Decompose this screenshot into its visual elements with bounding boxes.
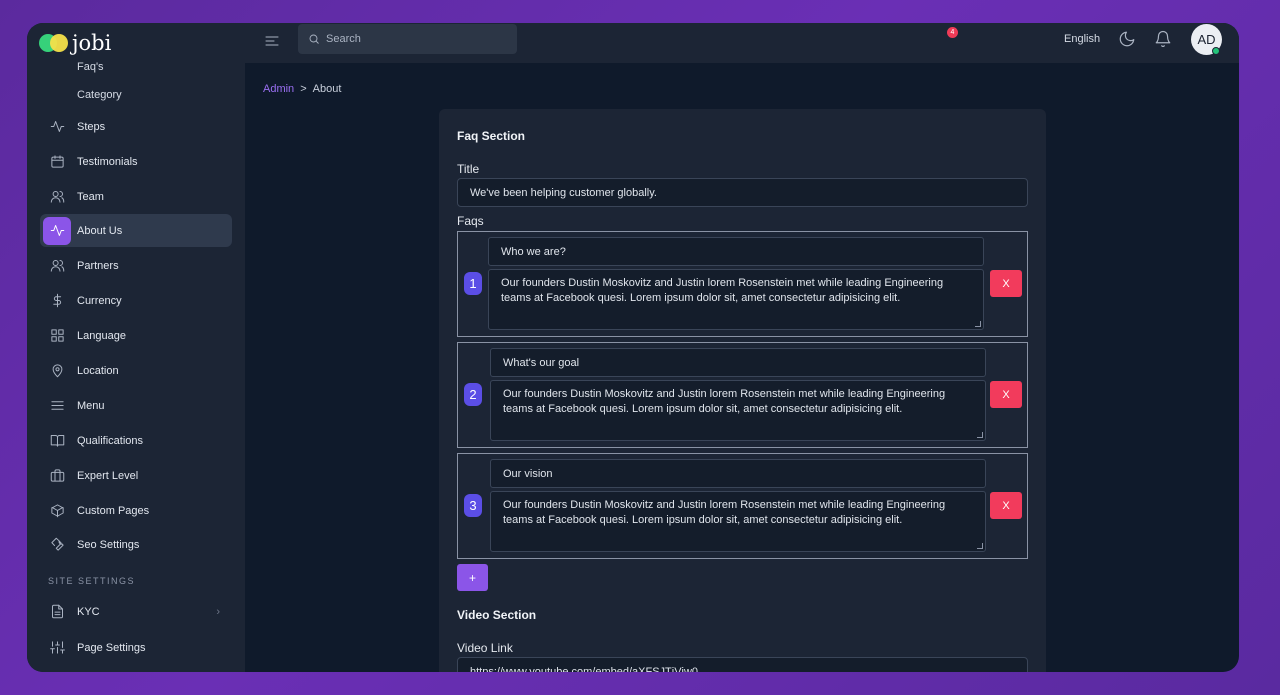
sidebar-item-testimonials[interactable]: Testimonials	[40, 145, 232, 178]
sidebar-item-steps[interactable]: Steps	[40, 110, 232, 143]
activity-icon	[43, 113, 71, 141]
notification-badge: 4	[947, 27, 958, 38]
faq-answer-textarea[interactable]: Our founders Dustin Moskovitz and Justin…	[488, 269, 984, 330]
resize-handle[interactable]	[975, 321, 981, 327]
title-input[interactable]: We've been helping customer globally.	[457, 178, 1028, 207]
video-section-title: Video Section	[457, 608, 537, 622]
search-icon	[309, 34, 319, 44]
faq-answer-textarea[interactable]: Our founders Dustin Moskovitz and Justin…	[490, 491, 986, 552]
faq-answer-textarea[interactable]: Our founders Dustin Moskovitz and Justin…	[490, 380, 986, 441]
sidebar-item-label: Team	[77, 190, 104, 203]
sliders-icon	[43, 634, 71, 662]
delete-faq-button[interactable]: X	[990, 381, 1022, 408]
sidebar-subitem-category[interactable]: Category	[77, 89, 122, 101]
breadcrumb-current: About	[312, 83, 342, 95]
brand-name: jobi	[72, 31, 112, 55]
sidebar-item-label: Currency	[77, 294, 122, 307]
delete-faq-button[interactable]: X	[990, 270, 1022, 297]
faq-question-input[interactable]: Our vision	[490, 459, 986, 488]
sidebar-item-currency[interactable]: Currency	[40, 284, 232, 317]
faq-item: 2 What's our goal Our founders Dustin Mo…	[457, 342, 1028, 448]
section-label-site-settings: SITE SETTINGS	[48, 576, 136, 586]
sidebar-item-team[interactable]: Team	[40, 180, 232, 213]
faq-answer-text: Our founders Dustin Moskovitz and Justin…	[503, 499, 946, 526]
sidebar-item-label: Custom Pages	[77, 504, 150, 517]
file-icon	[43, 598, 71, 626]
dollar-icon	[43, 287, 71, 315]
sidebar-item-page-settings[interactable]: Page Settings	[40, 631, 232, 664]
sidebar-item-language[interactable]: Language	[40, 319, 232, 352]
video-link-label: Video Link	[457, 641, 513, 655]
sidebar-item-label: Location	[77, 364, 119, 377]
video-link-input[interactable]: https://www.youtube.com/embed/aXFSJTjVjw…	[457, 657, 1028, 672]
bell-icon[interactable]	[1154, 30, 1172, 53]
logo-mark-yellow	[50, 34, 68, 52]
logo[interactable]: jobi	[39, 27, 111, 59]
sidebar-item-label: Partners	[77, 259, 119, 272]
sidebar-toggle-icon[interactable]	[264, 33, 280, 49]
sidebar-subitem-faqs[interactable]: Faq's	[77, 61, 104, 73]
faqs-label: Faqs	[457, 214, 484, 228]
sidebar-item-label: Page Settings	[77, 641, 146, 654]
breadcrumb-admin-link[interactable]: Admin	[263, 83, 294, 95]
book-icon	[43, 427, 71, 455]
menu-icon	[43, 392, 71, 420]
faq-section-title: Faq Section	[457, 129, 526, 143]
resize-handle[interactable]	[977, 432, 983, 438]
resize-handle[interactable]	[977, 543, 983, 549]
activity-icon	[43, 216, 71, 245]
faq-number-badge: 2	[464, 383, 482, 406]
sidebar-item-label: Menu	[77, 399, 105, 412]
wrench-icon	[43, 531, 71, 559]
faq-question-input[interactable]: Who we are?	[488, 237, 984, 266]
moon-icon[interactable]	[1118, 30, 1136, 53]
search-bar[interactable]	[298, 24, 517, 54]
search-input[interactable]	[326, 33, 496, 45]
delete-faq-button[interactable]: X	[990, 492, 1022, 519]
breadcrumb-separator: >	[300, 83, 307, 95]
sidebar-item-kyc[interactable]: KYC ›	[40, 595, 232, 628]
sidebar-item-label: Language	[77, 329, 126, 342]
sidebar-item-label: Steps	[77, 120, 106, 133]
faq-item: 3 Our vision Our founders Dustin Moskovi…	[457, 453, 1028, 559]
sidebar-item-custom-pages[interactable]: Custom Pages	[40, 494, 232, 527]
sidebar-item-label: Qualifications	[77, 434, 144, 447]
calendar-icon	[43, 148, 71, 176]
faq-answer-text: Our founders Dustin Moskovitz and Justin…	[503, 388, 946, 415]
sidebar-item-seo-settings[interactable]: Seo Settings	[40, 528, 232, 561]
faq-question-input[interactable]: What's our goal	[490, 348, 986, 377]
briefcase-icon	[43, 462, 71, 490]
chevron-right-icon: ›	[216, 605, 220, 618]
breadcrumb: Admin > About	[263, 83, 341, 95]
sidebar-item-label: Expert Level	[77, 469, 139, 482]
sidebar-item-label: About Us	[77, 224, 123, 237]
title-label: Title	[457, 162, 480, 176]
faq-answer-text: Our founders Dustin Moskovitz and Justin…	[501, 277, 944, 304]
sidebar-item-about-us[interactable]: About Us	[40, 214, 232, 247]
online-status-dot	[1212, 47, 1220, 55]
sidebar: jobi Faq's Category Steps Testimonials T…	[27, 23, 245, 672]
app-window: jobi Faq's Category Steps Testimonials T…	[27, 23, 1239, 672]
faq-item: 1 Who we are? Our founders Dustin Moskov…	[457, 231, 1028, 337]
sidebar-item-label: KYC	[77, 605, 100, 618]
sidebar-item-menu[interactable]: Menu	[40, 389, 232, 422]
map-pin-icon	[43, 357, 71, 385]
users-icon	[43, 183, 71, 211]
faq-number-badge: 3	[464, 494, 482, 517]
content-card: Faq Section Title We've been helping cus…	[439, 109, 1046, 672]
grid-icon	[43, 322, 71, 350]
language-selector[interactable]: English	[1064, 33, 1100, 45]
sidebar-item-location[interactable]: Location	[40, 354, 232, 387]
top-bar: English	[245, 23, 1239, 63]
sidebar-item-expert-level[interactable]: Expert Level	[40, 459, 232, 492]
sidebar-item-qualifications[interactable]: Qualifications	[40, 424, 232, 457]
users-icon	[43, 252, 71, 280]
sidebar-item-partners[interactable]: Partners	[40, 249, 232, 282]
box-icon	[43, 497, 71, 525]
sidebar-item-label: Testimonials	[77, 155, 138, 168]
faq-number-badge: 1	[464, 272, 482, 295]
sidebar-item-label: Seo Settings	[77, 538, 140, 551]
add-faq-button[interactable]: +	[457, 564, 488, 591]
